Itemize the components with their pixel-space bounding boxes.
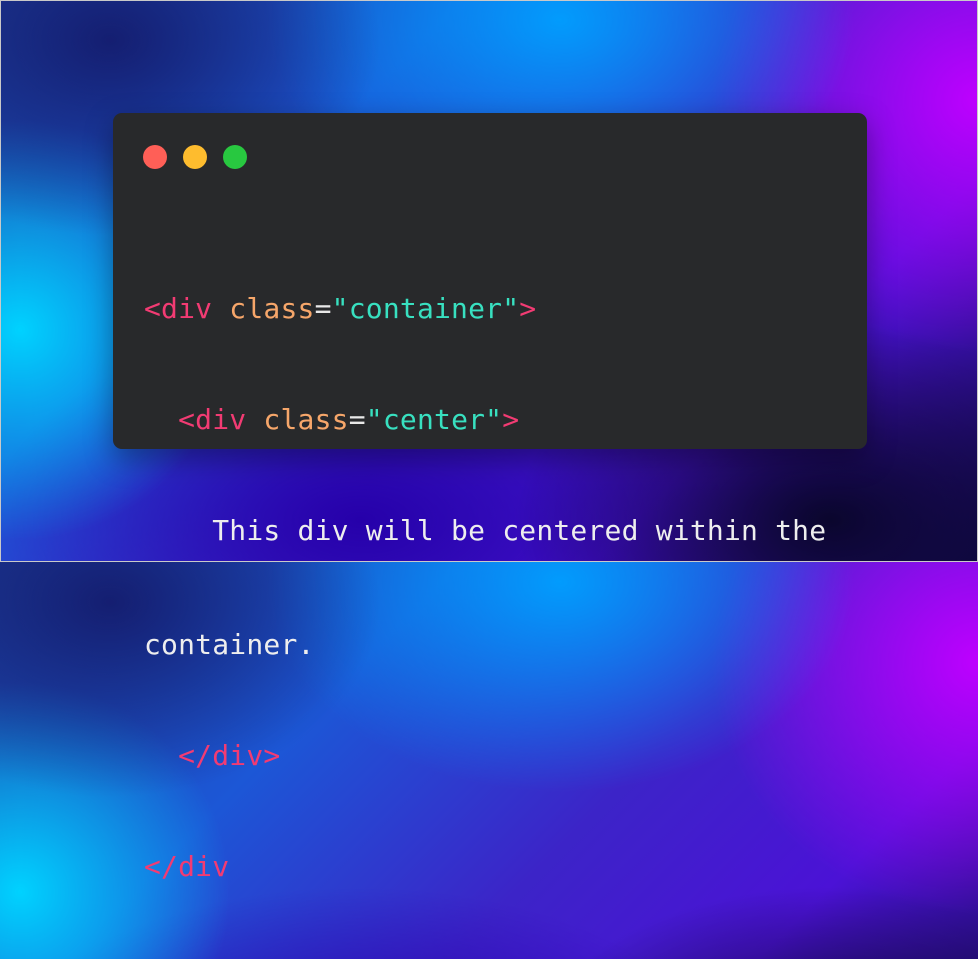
code-token-tag-close: > [519, 292, 537, 325]
code-line-3: This div will be centered within the [144, 514, 827, 547]
code-token-tag: </div [144, 850, 230, 883]
code-token-equals: = [314, 292, 332, 325]
code-token-attr: class [229, 292, 315, 325]
code-token-string: "center" [365, 403, 503, 436]
code-token-tag: </div> [178, 739, 281, 772]
window-controls [143, 145, 247, 169]
code-line-2: <div class="center"> [144, 401, 844, 438]
code-block: <div class="container"> <div class="cent… [144, 216, 844, 959]
code-token-tag-close: > [502, 403, 520, 436]
code-line-5: </div> [144, 737, 844, 774]
code-line-4: container. [144, 628, 315, 661]
maximize-button[interactable] [223, 145, 247, 169]
close-button[interactable] [143, 145, 167, 169]
code-token-attr: class [263, 403, 349, 436]
code-token-tag: <div [144, 292, 213, 325]
code-window: <div class="container"> <div class="cent… [113, 113, 867, 883]
code-line-1: <div class="container"> [144, 290, 844, 327]
code-token-equals: = [348, 403, 366, 436]
code-token-string: "container" [331, 292, 520, 325]
minimize-button[interactable] [183, 145, 207, 169]
code-token-tag: <div [178, 403, 247, 436]
code-line-6: </div [144, 848, 844, 885]
